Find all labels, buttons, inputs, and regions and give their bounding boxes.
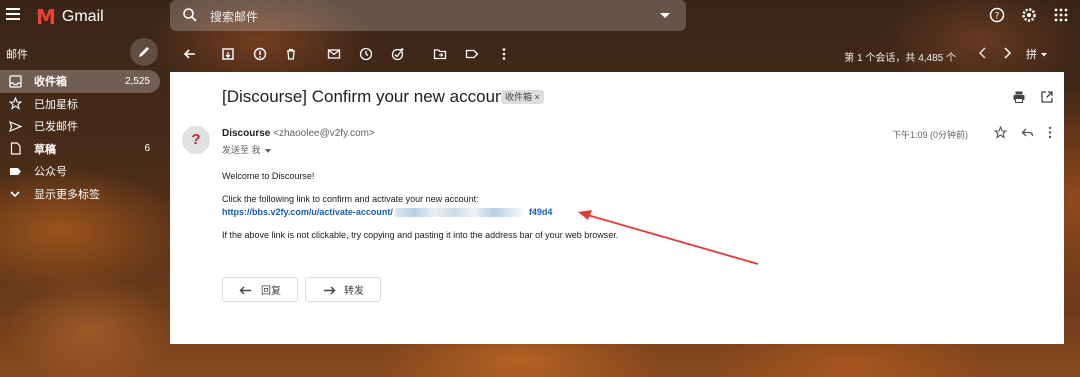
delete-trash-icon[interactable] [283,46,299,62]
sidebar-item-label: 已加星标 [34,98,78,111]
input-tools-label: 拼 [1025,49,1037,61]
add-task-icon[interactable] [390,46,406,62]
star-icon [8,97,22,111]
report-spam-icon[interactable] [252,46,268,62]
activation-link-suffix: f49d4 [528,207,553,217]
sidebar-item-label: 收件箱 [34,76,67,89]
top-right-icons: ? [988,6,1070,24]
next-chevron-icon[interactable] [1002,46,1012,62]
email-view: [Discourse] Confirm your new account 收件箱… [170,72,1064,344]
search-placeholder: 搜索邮件 [210,10,259,24]
email-subject: [Discourse] Confirm your new account [222,87,510,106]
sidebar-item-sent[interactable]: 已发邮件 [0,115,160,138]
forward-arrow-icon [322,283,336,297]
pencil-icon [139,47,149,57]
sender-name[interactable]: Discourse [222,128,270,139]
sender-address: <zhaoolee@v2fy.com> [273,128,375,139]
sender-avatar: ? [182,126,210,154]
email-greeting: Welcome to Discourse! [222,171,315,181]
sidebar-item-label: 已发邮件 [34,121,78,134]
archive-icon[interactable] [220,46,236,62]
chevron-down-icon [8,187,22,201]
activation-link[interactable]: https://bbs.v2fy.com/u/activate-account/… [222,207,553,218]
open-new-window-icon[interactable] [1040,90,1054,109]
sidebar-item-label: 公众号 [34,166,67,179]
email-instruction: Click the following link to confirm and … [222,194,479,204]
reply-label: 回复 [261,286,281,297]
move-to-folder-icon[interactable] [432,46,448,62]
reply-icon[interactable] [1021,126,1034,144]
search-options-icon[interactable] [660,13,670,18]
snooze-clock-icon[interactable] [358,46,374,62]
input-tools-button[interactable]: 拼 [1026,46,1048,62]
label-tag-icon[interactable] [464,46,480,62]
star-icon[interactable] [993,125,1008,144]
email-footer-note: If the above link is not clickable, try … [222,230,619,240]
message-action-icons [993,125,1052,144]
sidebar-item-label-gzh[interactable]: 公众号 [0,160,160,183]
main-menu-icon[interactable] [6,8,20,20]
mark-unread-icon[interactable] [326,46,342,62]
redacted-token [394,208,527,218]
label-chip-text: 收件箱 [505,92,533,102]
card-top-icons [1012,90,1054,109]
sidebar-item-inbox[interactable]: 收件箱 2,525 [0,70,160,93]
compose-button[interactable] [130,38,158,66]
more-options-icon[interactable] [496,46,512,62]
sidebar-item-drafts[interactable]: 草稿 6 [0,138,160,161]
forward-button[interactable]: 转发 [305,277,381,302]
send-icon [8,119,22,133]
print-icon[interactable] [1012,90,1026,109]
conversation-pager: 第 1 个会话，共 4,485 个 [844,53,956,64]
sender-line: Discourse <zhaoolee@v2fy.com> [222,128,375,139]
sidebar-nav: 收件箱 2,525 已加星标 已发邮件 草稿 6 公众号 显示更多标签 [0,70,160,205]
sidebar-item-more-labels[interactable]: 显示更多标签 [0,183,160,206]
inbox-icon [8,74,22,88]
remove-label-icon[interactable]: × [535,92,540,102]
label-icon [8,164,22,178]
reply-button[interactable]: 回复 [222,277,298,302]
toolbar-right: 拼 [978,46,1048,62]
sidebar-item-label: 草稿 [34,143,56,156]
caret-down-icon [1041,53,1047,57]
settings-gear-icon[interactable] [1020,6,1038,24]
activation-link-prefix: https://bbs.v2fy.com/u/activate-account/ [222,207,393,217]
details-caret-icon[interactable] [264,148,271,153]
inbox-count: 2,525 [124,75,150,87]
top-bar: M Gmail 搜索邮件 ? [0,0,1080,34]
more-options-icon[interactable] [1048,126,1052,144]
svg-text:?: ? [995,12,1000,22]
compose-label: 邮件 [6,49,28,61]
inbox-label-chip[interactable]: 收件箱 × [501,90,544,104]
drafts-count: 6 [144,143,150,155]
email-time: 下午1:09 (0分钟前) [891,130,968,140]
gmail-logo[interactable]: M Gmail [36,5,104,29]
recipient-details[interactable]: 发送至 我 [222,143,271,156]
previous-chevron-icon[interactable] [978,46,988,62]
gmail-logo-icon: M [36,5,56,29]
apps-grid-icon[interactable] [1052,6,1070,24]
sidebar-item-label: 显示更多标签 [34,188,100,201]
back-arrow-icon[interactable] [182,46,198,62]
draft-icon [8,142,22,156]
help-icon[interactable]: ? [988,6,1006,24]
message-toolbar: 第 1 个会话，共 4,485 个 拼 [170,44,1070,66]
reply-arrow-icon [239,283,253,297]
search-input[interactable]: 搜索邮件 [170,0,686,31]
sidebar-item-starred[interactable]: 已加星标 [0,93,160,116]
forward-label: 转发 [344,286,364,297]
app-name: Gmail [61,8,104,25]
recipient-text: 发送至 我 [222,145,261,155]
annotation-text: 点击激活管理员账号 [766,259,955,283]
search-icon[interactable] [182,7,198,23]
